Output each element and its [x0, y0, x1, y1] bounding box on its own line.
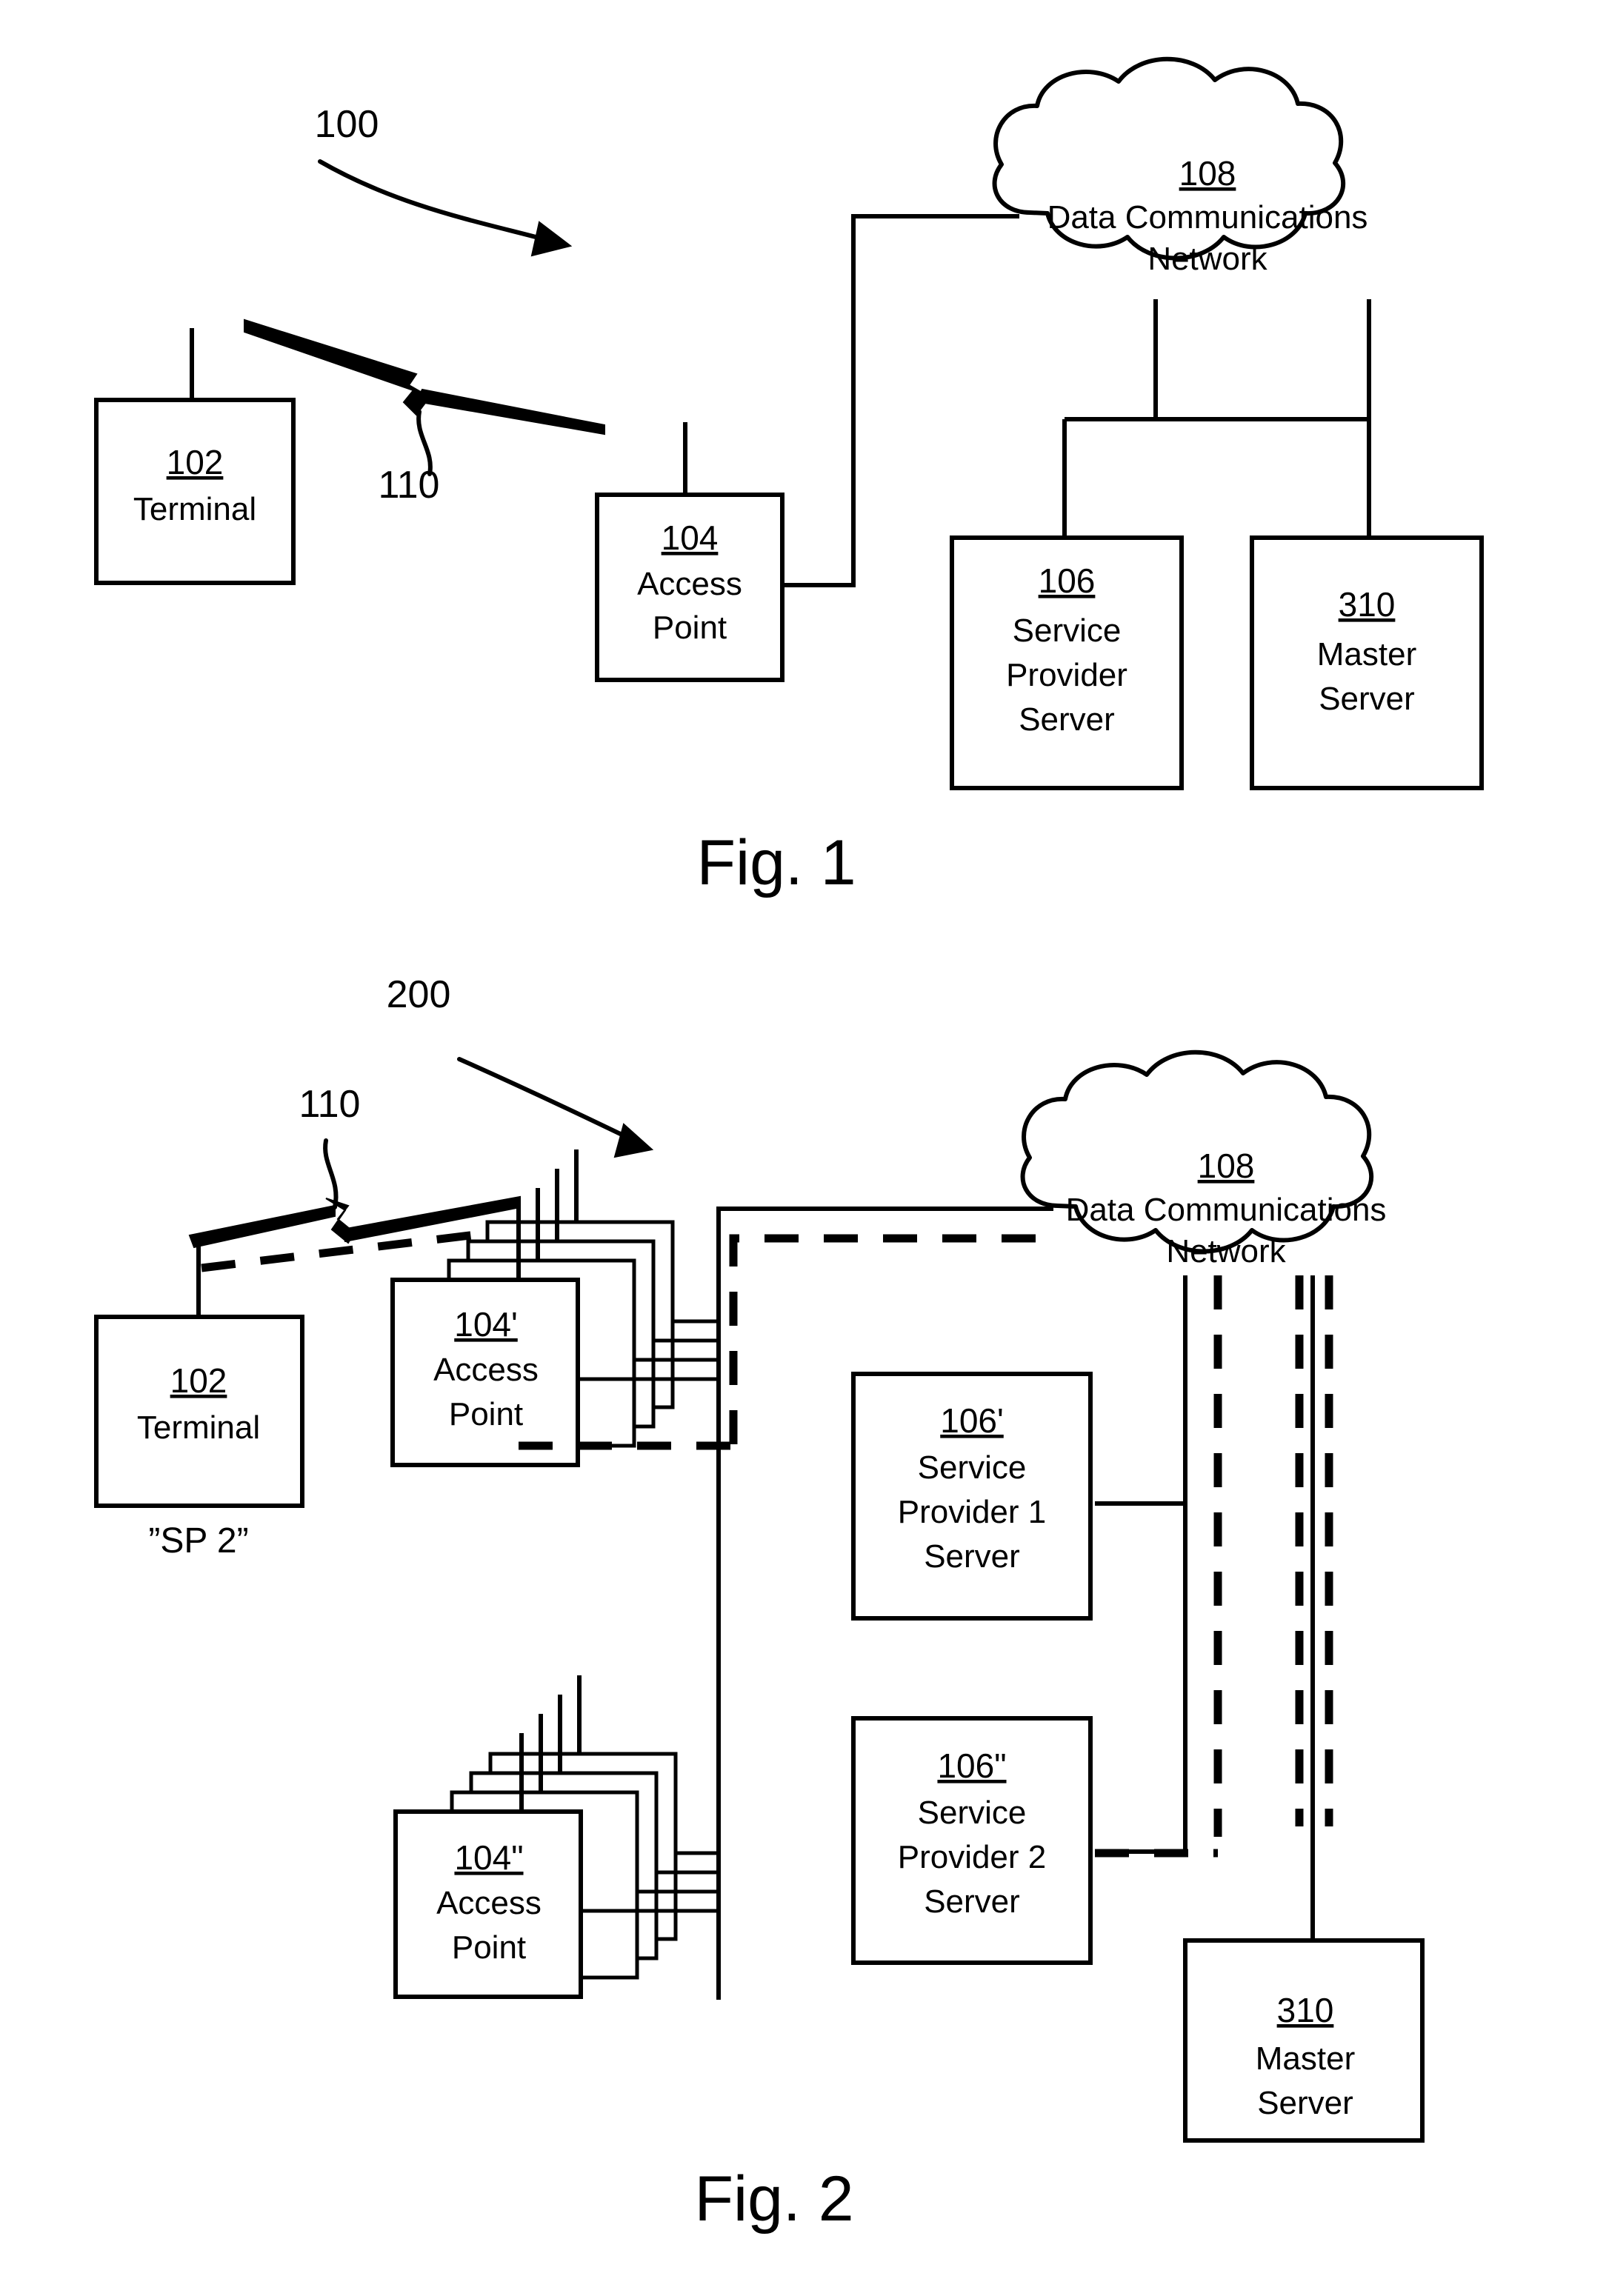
master-server-label-line1-fig2: Master: [1256, 2040, 1355, 2077]
access-point-label-line2: Point: [653, 610, 727, 646]
master-server-label-line2: Server: [1319, 681, 1415, 717]
node-service-provider-2-server[interactable]: 106" Service Provider 2 Server: [851, 1716, 1093, 1965]
node-network-cloud[interactable]: 108 Data Communications Network: [992, 56, 1368, 277]
access-point-1-ref: 104': [454, 1305, 518, 1344]
node-service-provider-1-server[interactable]: 106' Service Provider 1 Server: [851, 1372, 1093, 1621]
callout-200-label: 200: [387, 973, 451, 1016]
wireless-link-110: 110: [244, 318, 605, 507]
access-point-2-label-line1: Access: [436, 1885, 542, 1921]
master-server-ref-fig2: 310: [1277, 1991, 1334, 2029]
network-cloud-label-line1-fig2: Data Communications: [1066, 1192, 1387, 1228]
terminal-label: Terminal: [133, 491, 256, 527]
callout-100-leader: [318, 159, 552, 243]
figure-1: 100 110 102 Terminal 104 Access Point 10…: [94, 56, 1484, 898]
callout-100-label: 100: [315, 103, 379, 146]
network-cloud-label-line1: Data Communications: [1047, 199, 1368, 236]
network-down-to-sp2-wire: [1096, 1275, 1187, 1854]
node-access-point-2-stack[interactable]: 104" Access Point: [393, 1675, 719, 1999]
master-server-label-line2-fig2: Server: [1257, 2085, 1353, 2121]
access-point-ref: 104: [662, 518, 719, 557]
node-terminal-fig2[interactable]: 102 Terminal ”SP 2”: [94, 1244, 304, 1561]
callout-110-leader-fig2: [323, 1138, 339, 1209]
service-provider-server-label-line1: Service: [1013, 613, 1122, 649]
service-provider-2-server-ref: 106": [937, 1746, 1006, 1785]
callout-200-arrowhead: [613, 1123, 654, 1158]
node-access-point[interactable]: 104 Access Point: [595, 422, 784, 682]
access-point-2-label-line2: Point: [452, 1929, 526, 1966]
callout-110-fig2: 110: [299, 1083, 361, 1209]
figure-2-caption: Fig. 2: [694, 2163, 853, 2235]
service-provider-1-server-label-line1: Service: [918, 1449, 1027, 1486]
network-to-servers-bus: [1153, 299, 1371, 421]
service-provider-2-server-label-line1: Service: [918, 1795, 1027, 1831]
wireless-link-symbol-left-fig2: [188, 1204, 336, 1249]
wireless-link-symbol-tail: [415, 388, 605, 435]
terminal-ref-fig2: 102: [170, 1361, 227, 1400]
callout-110-label: 110: [379, 464, 440, 507]
service-provider-1-server-ref: 106': [940, 1401, 1004, 1440]
terminal-ref: 102: [167, 443, 224, 481]
network-cloud-ref-fig2: 108: [1198, 1147, 1255, 1185]
access-point-1-label-line2: Point: [449, 1396, 523, 1432]
callout-200: 200: [387, 973, 654, 1158]
callout-200-leader: [457, 1057, 636, 1143]
service-provider-2-server-label-line2: Provider 2: [898, 1839, 1047, 1875]
patent-figure-sheet: 100 110 102 Terminal 104 Access Point 10…: [0, 0, 1609, 2296]
terminal-service-tag: ”SP 2”: [148, 1521, 248, 1561]
service-provider-server-ref: 106: [1039, 561, 1096, 600]
figure-1-caption: Fig. 1: [696, 827, 856, 898]
service-provider-1-server-label-line2: Provider 1: [898, 1494, 1047, 1530]
access-point-label-line1: Access: [637, 566, 742, 602]
callout-110-label-fig2: 110: [299, 1083, 361, 1126]
terminal-label-fig2: Terminal: [137, 1409, 260, 1446]
network-cloud-label-line2: Network: [1147, 241, 1267, 277]
node-terminal[interactable]: 102 Terminal: [94, 328, 296, 585]
ap-to-network-wire: [782, 214, 1019, 587]
network-cloud-label-line2-fig2: Network: [1166, 1233, 1286, 1269]
master-server-ref: 310: [1339, 585, 1396, 624]
network-cloud-ref: 108: [1179, 154, 1236, 193]
node-service-provider-server[interactable]: 106 Service Provider Server: [950, 535, 1184, 790]
callout-100-arrowhead: [530, 221, 573, 257]
callout-100: 100: [315, 103, 573, 257]
service-provider-1-server-label-line3: Server: [924, 1538, 1020, 1575]
node-master-server[interactable]: 310 Master Server: [1250, 535, 1484, 790]
node-access-point-1-stack[interactable]: 104' Access Point: [390, 1149, 719, 1467]
figure-2: 200 110 102 Terminal ”SP 2” 104' Access …: [94, 973, 1425, 2235]
master-server-label-line1: Master: [1317, 636, 1416, 673]
service-provider-server-label-line3: Server: [1019, 701, 1115, 738]
access-point-2-ref: 104": [454, 1838, 523, 1877]
access-point-1-label-line1: Access: [433, 1352, 539, 1388]
node-network-cloud-fig2[interactable]: 108 Data Communications Network: [1020, 1049, 1387, 1269]
service-provider-server-label-line2: Provider: [1006, 657, 1127, 693]
service-provider-2-server-label-line3: Server: [924, 1883, 1020, 1920]
node-master-server-fig2[interactable]: 310 Master Server: [1183, 1938, 1425, 2143]
